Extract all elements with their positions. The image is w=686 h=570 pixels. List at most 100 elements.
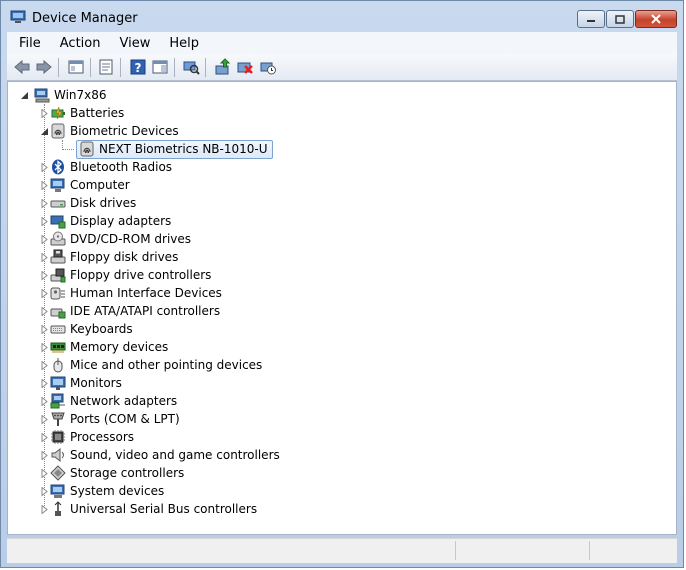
- expand-arrow-icon[interactable]: [40, 325, 49, 334]
- properties-icon[interactable]: [97, 58, 115, 76]
- expand-arrow-icon[interactable]: [40, 253, 49, 262]
- hid-icon: [50, 287, 65, 300]
- selected-device-label: NEXT Biometrics NB-1010-U: [99, 142, 268, 156]
- close-icon: [651, 14, 661, 24]
- disk-drive-icon: [50, 200, 66, 208]
- tree-category-item[interactable]: Disk drives: [38, 194, 136, 212]
- back-icon[interactable]: [13, 58, 31, 76]
- tree-category-item[interactable]: Floppy disk drives: [38, 248, 178, 266]
- tree-category-item[interactable]: Mice and other pointing devices: [38, 356, 262, 374]
- maximize-button[interactable]: [606, 10, 634, 28]
- menu-view[interactable]: View: [107, 36, 157, 51]
- expand-arrow-icon[interactable]: [40, 199, 49, 208]
- tree-category-item[interactable]: Network adapters: [38, 392, 177, 410]
- tree-category-item[interactable]: Floppy drive controllers: [38, 266, 211, 284]
- toolbar-separator: [90, 58, 91, 77]
- fingerprint-icon: [51, 123, 65, 139]
- minimize-icon: [587, 20, 595, 22]
- tree-category-item[interactable]: Biometric Devices: [38, 122, 179, 140]
- tree-category-item[interactable]: Keyboards: [38, 320, 133, 338]
- show-hide-tree-icon[interactable]: [67, 58, 85, 76]
- status-bar: [7, 538, 677, 563]
- maximize-icon: [615, 14, 625, 24]
- expand-arrow-icon[interactable]: [40, 181, 49, 190]
- expand-arrow-icon[interactable]: [40, 217, 49, 226]
- toolbar: ?: [7, 54, 677, 81]
- expand-arrow-icon[interactable]: [40, 361, 49, 370]
- keyboard-icon: [50, 325, 66, 334]
- toolbar-separator: [205, 58, 206, 77]
- tree-category-item[interactable]: Human Interface Devices: [38, 284, 222, 302]
- tree-category-item[interactable]: Ports (COM & LPT): [38, 410, 180, 428]
- uninstall-icon[interactable]: [236, 58, 254, 76]
- collapse-arrow-icon[interactable]: [20, 91, 29, 100]
- tree-category-item[interactable]: System devices: [38, 482, 164, 500]
- tree-category-item[interactable]: Display adapters: [38, 212, 171, 230]
- computer-icon: [34, 88, 50, 103]
- tree-category-item[interactable]: Monitors: [38, 374, 122, 392]
- storage-controller-icon: [50, 465, 66, 481]
- tree-category-item[interactable]: DVD/CD-ROM drives: [38, 230, 191, 248]
- expand-arrow-icon[interactable]: [40, 397, 49, 406]
- expand-arrow-icon[interactable]: [40, 451, 49, 460]
- expand-arrow-icon[interactable]: [40, 289, 49, 298]
- dvd-drive-icon: [50, 231, 66, 246]
- tree-category-item[interactable]: Batteries: [38, 104, 124, 122]
- monitor-icon: [50, 376, 66, 390]
- expand-arrow-icon[interactable]: [40, 487, 49, 496]
- tree-category-label: Computer: [70, 178, 130, 192]
- tree-category-label: IDE ATA/ATAPI controllers: [70, 304, 221, 318]
- expand-arrow-icon[interactable]: [40, 343, 49, 352]
- tree-category-item[interactable]: Universal Serial Bus controllers: [38, 500, 257, 518]
- device-tree[interactable]: Win7x86 Batteries Biometric Devices Blueto…: [7, 81, 677, 535]
- tree-category-label: Processors: [70, 430, 135, 444]
- tree-category-label: Display adapters: [70, 214, 172, 228]
- menu-file[interactable]: File: [7, 36, 48, 51]
- minimize-button[interactable]: [577, 10, 605, 28]
- forward-icon[interactable]: [35, 58, 53, 76]
- tree-category-label: Batteries: [70, 106, 125, 120]
- scan-hardware-icon[interactable]: [182, 58, 200, 76]
- tree-category-item[interactable]: Processors: [38, 428, 134, 446]
- collapse-arrow-icon[interactable]: [40, 127, 49, 136]
- tree-category-label: Storage controllers: [70, 466, 185, 480]
- tree-root[interactable]: Win7x86: [20, 86, 107, 104]
- computer-icon: [50, 178, 65, 192]
- tree-category-item[interactable]: Computer: [38, 176, 130, 194]
- fingerprint-icon: [80, 141, 94, 157]
- menu-action[interactable]: Action: [48, 36, 108, 51]
- expand-arrow-icon[interactable]: [40, 163, 49, 172]
- toolbar-separator: [174, 58, 175, 77]
- expand-arrow-icon[interactable]: [40, 307, 49, 316]
- tree-category-item[interactable]: IDE ATA/ATAPI controllers: [38, 302, 220, 320]
- close-button[interactable]: [635, 10, 677, 28]
- action-pane-icon[interactable]: [151, 58, 169, 76]
- expand-arrow-icon[interactable]: [40, 469, 49, 478]
- tree-category-label: Floppy disk drives: [70, 250, 179, 264]
- disable-icon[interactable]: [259, 58, 277, 76]
- title-bar[interactable]: Device Manager: [1, 1, 683, 31]
- tree-device-item[interactable]: NEXT Biometrics NB-1010-U: [76, 139, 273, 159]
- tree-category-label: Keyboards: [70, 322, 133, 336]
- window-controls: [576, 10, 677, 29]
- expand-arrow-icon[interactable]: [40, 271, 49, 280]
- mouse-icon: [53, 358, 63, 373]
- expand-arrow-icon[interactable]: [40, 433, 49, 442]
- update-driver-icon[interactable]: [214, 58, 232, 76]
- floppy-controller-icon: [50, 268, 66, 283]
- expand-arrow-icon[interactable]: [40, 235, 49, 244]
- tree-category-item[interactable]: Memory devices: [38, 338, 168, 356]
- help-icon[interactable]: ?: [129, 58, 147, 76]
- tree-category-label: Biometric Devices: [70, 124, 179, 138]
- tree-category-label: Floppy drive controllers: [70, 268, 212, 282]
- selected-item-highlight[interactable]: NEXT Biometrics NB-1010-U: [76, 139, 273, 159]
- tree-category-item[interactable]: Bluetooth Radios: [38, 158, 172, 176]
- tree-category-item[interactable]: Storage controllers: [38, 464, 184, 482]
- expand-arrow-icon[interactable]: [40, 415, 49, 424]
- toolbar-separator: [58, 58, 59, 77]
- tree-category-item[interactable]: Sound, video and game controllers: [38, 446, 280, 464]
- expand-arrow-icon[interactable]: [40, 109, 49, 118]
- menu-help[interactable]: Help: [157, 36, 206, 51]
- expand-arrow-icon[interactable]: [40, 505, 49, 514]
- expand-arrow-icon[interactable]: [40, 379, 49, 388]
